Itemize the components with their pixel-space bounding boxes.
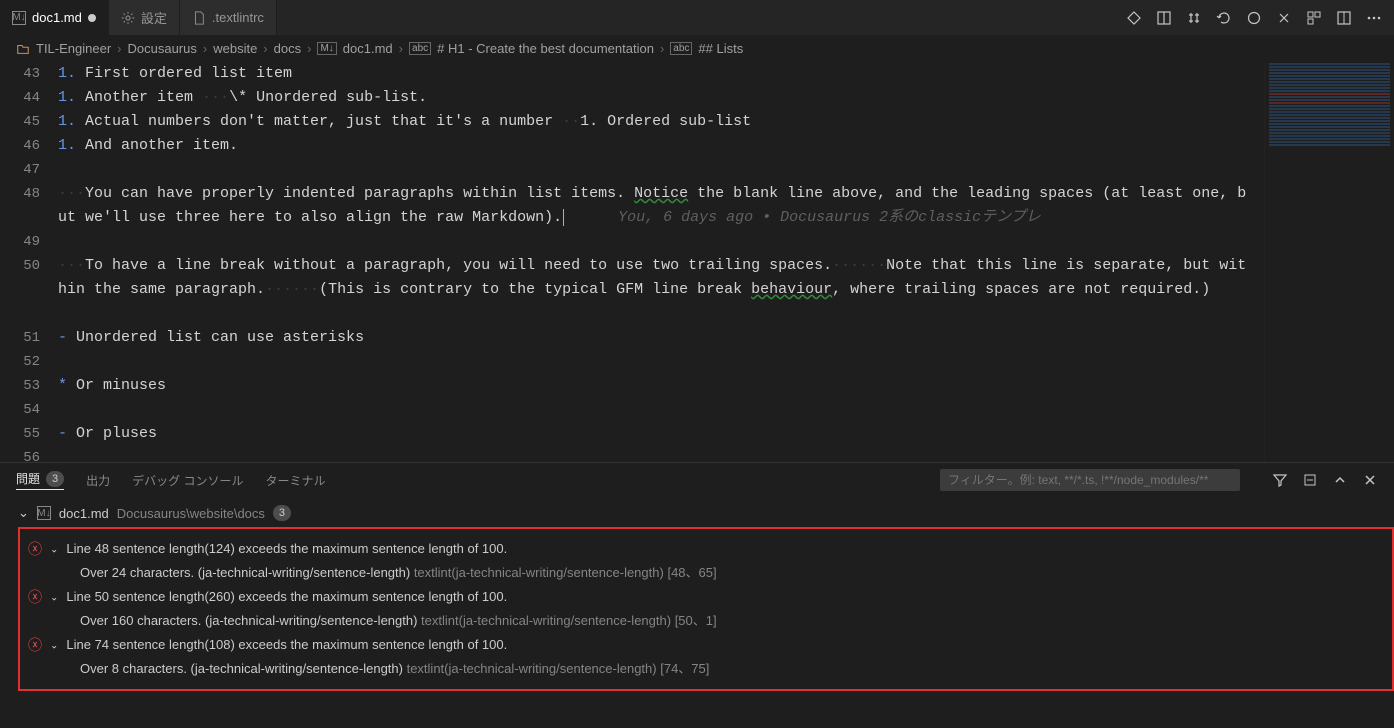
tab-label: .textlintrc [212, 10, 264, 25]
bc-item[interactable]: doc1.md [343, 41, 393, 56]
file-icon [192, 11, 206, 25]
problem-item[interactable]: ⓧ ⌃ Line 48 sentence length(124) exceeds t… [28, 535, 1384, 563]
problems-count-badge: 3 [46, 471, 64, 487]
titlebar-actions [1114, 0, 1394, 35]
split-icon[interactable] [1276, 10, 1292, 26]
chevron-down-icon: ⌃ [50, 590, 58, 601]
bc-item[interactable]: # H1 - Create the best documentation [437, 41, 654, 56]
problem-message: Line 74 sentence length(108) exceeds the… [66, 635, 507, 655]
code-area[interactable]: 1. First ordered list item1. Another ite… [58, 62, 1264, 462]
markdown-icon: M↓ [317, 42, 336, 55]
bc-item[interactable]: docs [274, 41, 301, 56]
problem-message: Line 48 sentence length(124) exceeds the… [66, 539, 507, 559]
problems-list: ⓧ ⌃ Line 48 sentence length(124) exceeds t… [18, 527, 1394, 691]
editor-tabs: M↓ doc1.md 設定 .textlintrc [0, 0, 1114, 35]
error-icon: ⓧ [28, 635, 42, 655]
problem-detail: Over 24 characters. (ja-technical-writin… [28, 563, 1384, 583]
more-icon[interactable] [1366, 10, 1382, 26]
tab-label: 問題 [16, 470, 40, 487]
revert-icon[interactable] [1216, 10, 1232, 26]
chevron-right-icon: › [399, 41, 403, 56]
tab-textlintrc[interactable]: .textlintrc [180, 0, 277, 35]
chevron-up-icon[interactable] [1332, 472, 1348, 488]
markdown-icon: M↓ [37, 506, 51, 520]
problem-detail: Over 160 characters. (ja-technical-writi… [28, 611, 1384, 631]
close-panel-icon[interactable] [1362, 472, 1378, 488]
problem-item[interactable]: ⓧ ⌃ Line 50 sentence length(260) exceeds t… [28, 583, 1384, 611]
chevron-right-icon: › [660, 41, 664, 56]
tab-label: doc1.md [32, 10, 82, 25]
run-icon[interactable] [1246, 10, 1262, 26]
open-preview-icon[interactable] [1156, 10, 1172, 26]
symbol-icon: abc [670, 42, 692, 55]
problems-filter-input[interactable] [940, 469, 1240, 491]
error-icon: ⓧ [28, 539, 42, 559]
modified-dot-icon [88, 14, 96, 22]
problem-message: Line 50 sentence length(260) exceeds the… [66, 587, 507, 607]
split-editor-icon[interactable] [1336, 10, 1352, 26]
minimap[interactable] [1264, 62, 1394, 462]
titlebar: M↓ doc1.md 設定 .textlintrc [0, 0, 1394, 35]
error-icon: ⓧ [28, 587, 42, 607]
chevron-down-icon: ⌃ [50, 638, 58, 649]
problem-detail: Over 8 characters. (ja-technical-writing… [28, 659, 1384, 679]
bc-item[interactable]: Docusaurus [128, 41, 197, 56]
editor[interactable]: 4344454647 48 4950 515253545556 1. First… [0, 62, 1394, 462]
panel-tabs: 問題 3 出力 デバッグ コンソール ターミナル [0, 463, 1394, 497]
problems-body: ⌄ M↓ doc1.md Docusaurus\website\docs 3 ⓧ… [0, 497, 1394, 691]
bc-item[interactable]: website [213, 41, 257, 56]
problems-file-header[interactable]: ⌄ M↓ doc1.md Docusaurus\website\docs 3 [18, 501, 1394, 525]
tab-label: 設定 [141, 8, 167, 27]
filter-icon[interactable] [1272, 472, 1288, 488]
file-path: Docusaurus\website\docs [117, 506, 265, 521]
compare-icon[interactable] [1186, 10, 1202, 26]
chevron-right-icon: › [307, 41, 311, 56]
tab-settings[interactable]: 設定 [109, 0, 180, 35]
extensions-icon[interactable] [1306, 10, 1322, 26]
chevron-right-icon: › [263, 41, 267, 56]
bc-item[interactable]: ## Lists [698, 41, 743, 56]
tab-doc1[interactable]: M↓ doc1.md [0, 0, 109, 35]
tab-terminal[interactable]: ターミナル [266, 472, 326, 489]
tab-problems[interactable]: 問題 3 [16, 470, 64, 490]
source-control-icon[interactable] [1126, 10, 1142, 26]
symbol-icon: abc [409, 42, 431, 55]
breadcrumb[interactable]: TIL-Engineer › Docusaurus › website › do… [0, 35, 1394, 62]
collapse-all-icon[interactable] [1302, 472, 1318, 488]
chevron-right-icon: › [117, 41, 121, 56]
tab-debug-console[interactable]: デバッグ コンソール [132, 472, 243, 489]
markdown-icon: M↓ [12, 11, 26, 25]
gear-icon [121, 11, 135, 25]
file-name: doc1.md [59, 506, 109, 521]
tab-output[interactable]: 出力 [86, 472, 110, 489]
chevron-down-icon: ⌄ [18, 505, 29, 521]
folder-icon [16, 42, 30, 56]
file-count-badge: 3 [273, 505, 291, 521]
problem-item[interactable]: ⓧ ⌃ Line 74 sentence length(108) exceeds t… [28, 631, 1384, 659]
chevron-right-icon: › [203, 41, 207, 56]
gutter: 4344454647 48 4950 515253545556 [0, 62, 58, 462]
bottom-panel: 問題 3 出力 デバッグ コンソール ターミナル ⌄ M↓ doc1.md Do… [0, 462, 1394, 713]
chevron-down-icon: ⌃ [50, 542, 58, 553]
bc-item[interactable]: TIL-Engineer [36, 41, 111, 56]
